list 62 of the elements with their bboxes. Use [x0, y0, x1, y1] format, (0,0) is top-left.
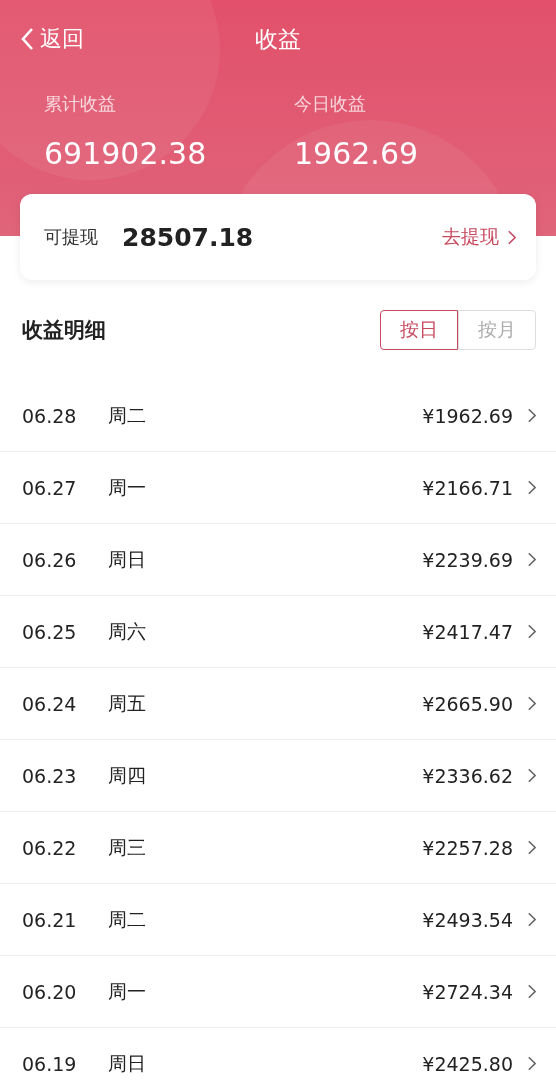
chevron-right-icon	[507, 229, 516, 245]
row-amount: ¥2665.90	[422, 692, 513, 715]
row-weekday: 周二	[108, 906, 147, 932]
row-date: 06.21	[22, 908, 78, 931]
row-weekday: 周六	[108, 618, 147, 644]
summary-value: 691902.38	[44, 136, 208, 171]
summary-value: 1962.69	[294, 136, 420, 171]
row-date: 06.25	[22, 620, 78, 643]
row-amount: ¥2166.71	[422, 476, 513, 499]
chevron-right-icon	[527, 912, 536, 927]
earnings-row[interactable]: 06.27 周一 ¥2166.71	[0, 452, 556, 524]
row-amount: ¥2425.80	[422, 1052, 513, 1075]
page-title: 收益	[255, 25, 301, 52]
row-weekday: 周五	[108, 690, 147, 716]
row-date: 06.26	[22, 548, 78, 571]
earnings-row[interactable]: 06.28 周二 ¥1962.69	[0, 380, 556, 452]
chevron-right-icon	[527, 408, 536, 423]
row-date: 06.27	[22, 476, 78, 499]
row-amount: ¥2239.69	[422, 548, 513, 571]
row-amount: ¥2493.54	[422, 908, 513, 931]
period-tab[interactable]: 按日	[380, 310, 458, 350]
chevron-right-icon	[527, 552, 536, 567]
earnings-row[interactable]: 06.23 周四 ¥2336.62	[0, 740, 556, 812]
earnings-row[interactable]: 06.25 周六 ¥2417.47	[0, 596, 556, 668]
row-amount: ¥2724.34	[422, 980, 513, 1003]
chevron-right-icon	[527, 768, 536, 783]
row-weekday: 周一	[108, 474, 147, 500]
row-date: 06.23	[22, 764, 78, 787]
row-amount: ¥2336.62	[422, 764, 513, 787]
row-date: 06.20	[22, 980, 78, 1003]
chevron-right-icon	[527, 984, 536, 999]
withdraw-link[interactable]: 去提现	[442, 224, 516, 250]
chevron-right-icon	[527, 840, 536, 855]
back-icon	[20, 27, 34, 51]
row-date: 06.19	[22, 1052, 78, 1075]
withdraw-label: 可提现	[44, 225, 98, 249]
row-amount: ¥1962.69	[422, 404, 513, 427]
row-weekday: 周四	[108, 762, 147, 788]
chevron-right-icon	[527, 624, 536, 639]
summary-label: 累计收益	[44, 92, 117, 116]
chevron-right-icon	[527, 480, 536, 495]
earnings-row[interactable]: 06.26 周日 ¥2239.69	[0, 524, 556, 596]
row-amount: ¥2257.28	[422, 836, 513, 859]
row-weekday: 周日	[108, 1050, 147, 1076]
row-date: 06.22	[22, 836, 78, 859]
summary-label: 今日收益	[294, 92, 367, 116]
section-title: 收益明细	[22, 317, 106, 344]
row-weekday: 周日	[108, 546, 147, 572]
row-weekday: 周三	[108, 834, 147, 860]
earnings-row[interactable]: 06.24 周五 ¥2665.90	[0, 668, 556, 740]
chevron-right-icon	[527, 1056, 536, 1071]
chevron-right-icon	[527, 696, 536, 711]
row-amount: ¥2417.47	[422, 620, 513, 643]
earnings-row[interactable]: 06.21 周二 ¥2493.54	[0, 884, 556, 956]
earnings-row[interactable]: 06.22 周三 ¥2257.28	[0, 812, 556, 884]
row-date: 06.24	[22, 692, 78, 715]
earnings-row[interactable]: 06.20 周一 ¥2724.34	[0, 956, 556, 1028]
withdraw-amount: 28507.18	[122, 222, 255, 252]
earnings-row[interactable]: 06.19 周日 ¥2425.80	[0, 1028, 556, 1092]
row-date: 06.28	[22, 404, 78, 427]
row-weekday: 周二	[108, 402, 147, 428]
row-weekday: 周一	[108, 978, 147, 1004]
